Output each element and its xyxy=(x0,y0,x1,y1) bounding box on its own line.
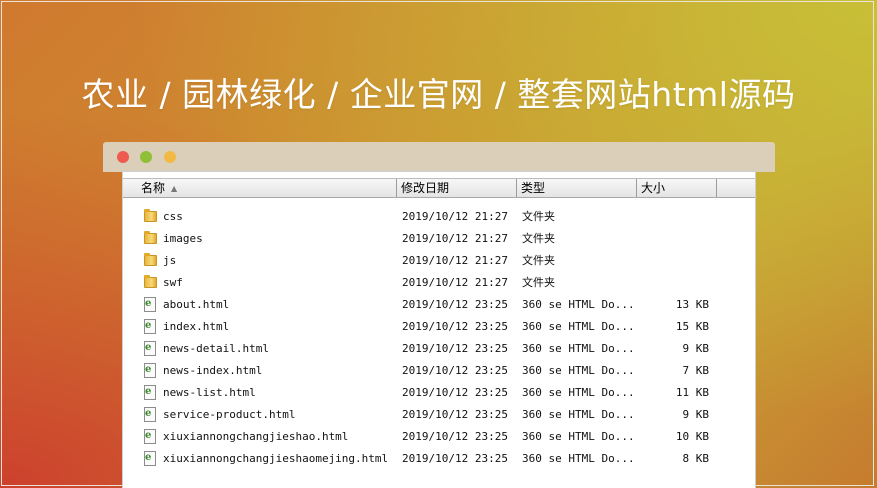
column-header-size-label: 大小 xyxy=(641,181,666,195)
file-date: 2019/10/12 23:25 xyxy=(402,342,508,355)
window-title-bar xyxy=(103,142,775,172)
html-file-icon: e xyxy=(144,360,158,382)
file-date: 2019/10/12 23:25 xyxy=(402,364,508,377)
file-name: images xyxy=(163,232,203,245)
maximize-window-button[interactable] xyxy=(164,151,176,163)
column-header-date-label: 修改日期 xyxy=(401,181,450,195)
file-size: 8 KB xyxy=(682,452,710,465)
file-name: xiuxiannongchangjieshaomejing.html xyxy=(163,452,389,465)
file-date: 2019/10/12 23:25 xyxy=(402,298,508,311)
file-size: 15 KB xyxy=(675,320,709,333)
file-name: css xyxy=(163,210,183,223)
file-size: 11 KB xyxy=(675,386,709,399)
file-row[interactable]: e xiuxiannongchangjieshao.html 2019/10/12 … xyxy=(123,426,755,448)
file-list: css 2019/10/12 21:27 文件夹 images 2019/10/12 2… xyxy=(123,206,755,470)
file-name: news-detail.html xyxy=(163,342,269,355)
file-date: 2019/10/12 23:25 xyxy=(402,452,508,465)
folder-icon xyxy=(144,228,158,250)
file-date: 2019/10/12 21:27 xyxy=(402,276,508,289)
html-file-icon: e xyxy=(144,338,158,360)
file-type: 文件夹 xyxy=(522,232,555,245)
file-row[interactable]: e news-index.html 2019/10/12 23:25 360 se H… xyxy=(123,360,755,382)
close-window-button[interactable] xyxy=(117,151,129,163)
html-file-icon: e xyxy=(144,426,158,448)
file-explorer: 名称 ▲ 修改日期 类型 大小 css 2019/10/12 21:27 文件夹 ima… xyxy=(123,172,755,488)
file-size: 9 KB xyxy=(682,342,710,355)
file-type: 360 se HTML Do... xyxy=(522,386,635,399)
file-type: 360 se HTML Do... xyxy=(522,408,635,421)
sort-ascending-icon: ▲ xyxy=(171,184,178,193)
file-name: swf xyxy=(163,276,183,289)
file-date: 2019/10/12 23:25 xyxy=(402,386,508,399)
file-name: index.html xyxy=(163,320,230,333)
column-header-size[interactable]: 大小 xyxy=(637,179,717,197)
file-row[interactable]: swf 2019/10/12 21:27 文件夹 xyxy=(123,272,755,294)
file-size: 10 KB xyxy=(675,430,709,443)
column-header-row: 名称 ▲ 修改日期 类型 大小 xyxy=(123,178,755,198)
column-header-spacer xyxy=(717,179,755,197)
file-type: 360 se HTML Do... xyxy=(522,364,635,377)
file-name: news-list.html xyxy=(163,386,256,399)
html-file-icon: e xyxy=(144,382,158,404)
file-type: 文件夹 xyxy=(522,254,555,267)
html-file-icon: e xyxy=(144,404,158,426)
column-header-type-label: 类型 xyxy=(521,181,546,195)
file-size: 7 KB xyxy=(682,364,710,377)
file-row[interactable]: e news-list.html 2019/10/12 23:25 360 se HT… xyxy=(123,382,755,404)
file-row[interactable]: e index.html 2019/10/12 23:25 360 se HTML D… xyxy=(123,316,755,338)
minimize-window-button[interactable] xyxy=(140,151,152,163)
folder-icon xyxy=(144,272,158,294)
file-date: 2019/10/12 23:25 xyxy=(402,408,508,421)
file-row[interactable]: e xiuxiannongchangjieshaomejing.html 2019/… xyxy=(123,448,755,470)
banner-title: 农业 / 园林绿化 / 企业官网 / 整套网站html源码 xyxy=(81,75,796,114)
html-file-icon: e xyxy=(144,448,158,470)
file-type: 360 se HTML Do... xyxy=(522,452,635,465)
file-type: 360 se HTML Do... xyxy=(522,298,635,311)
file-name: news-index.html xyxy=(163,364,263,377)
column-header-name[interactable]: 名称 ▲ xyxy=(123,179,397,197)
folder-icon xyxy=(144,206,158,228)
file-date: 2019/10/12 23:25 xyxy=(402,320,508,333)
file-date: 2019/10/12 21:27 xyxy=(402,254,508,267)
folder-icon xyxy=(144,250,158,272)
file-date: 2019/10/12 21:27 xyxy=(402,232,508,245)
html-file-icon: e xyxy=(144,316,158,338)
file-date: 2019/10/12 23:25 xyxy=(402,430,508,443)
file-type: 360 se HTML Do... xyxy=(522,342,635,355)
column-header-type[interactable]: 类型 xyxy=(517,179,637,197)
file-type: 360 se HTML Do... xyxy=(522,430,635,443)
column-header-name-label: 名称 xyxy=(141,181,166,195)
file-size: 13 KB xyxy=(675,298,709,311)
file-type: 文件夹 xyxy=(522,276,555,289)
file-name: js xyxy=(163,254,177,267)
file-name: xiuxiannongchangjieshao.html xyxy=(163,430,349,443)
html-file-icon: e xyxy=(144,294,158,316)
file-size: 9 KB xyxy=(682,408,710,421)
file-name: about.html xyxy=(163,298,230,311)
file-name: service-product.html xyxy=(163,408,296,421)
file-row[interactable]: css 2019/10/12 21:27 文件夹 xyxy=(123,206,755,228)
file-type: 文件夹 xyxy=(522,210,555,223)
file-row[interactable]: e news-detail.html 2019/10/12 23:25 360 se … xyxy=(123,338,755,360)
column-header-date[interactable]: 修改日期 xyxy=(397,179,517,197)
file-row[interactable]: e service-product.html 2019/10/12 23:25 360… xyxy=(123,404,755,426)
file-row[interactable]: js 2019/10/12 21:27 文件夹 xyxy=(123,250,755,272)
file-type: 360 se HTML Do... xyxy=(522,320,635,333)
file-date: 2019/10/12 21:27 xyxy=(402,210,508,223)
file-row[interactable]: images 2019/10/12 21:27 文件夹 xyxy=(123,228,755,250)
file-row[interactable]: e about.html 2019/10/12 23:25 360 se HTML D… xyxy=(123,294,755,316)
